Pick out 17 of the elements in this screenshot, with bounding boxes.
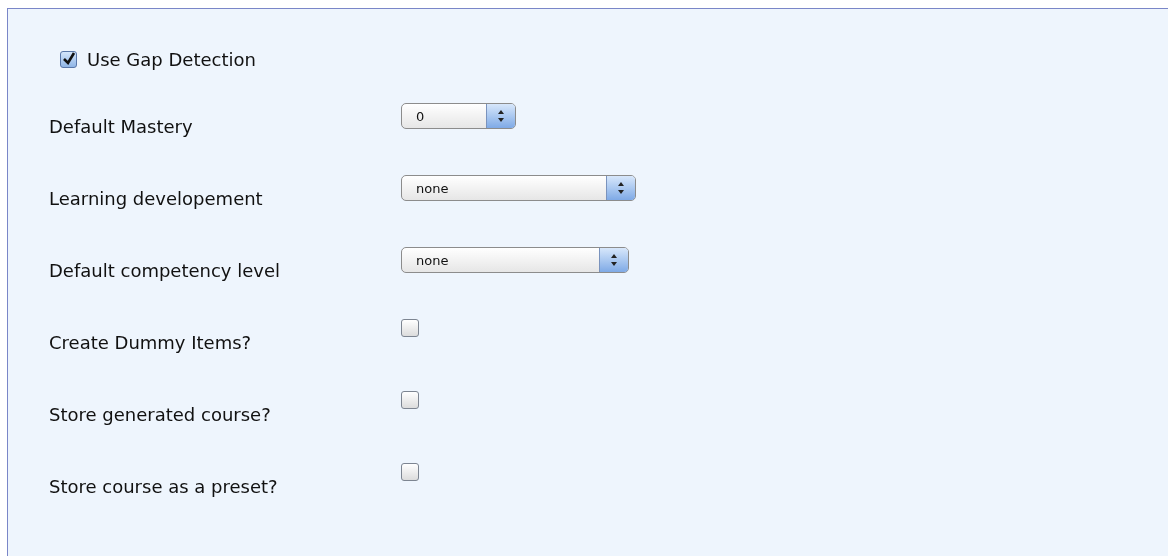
- select-dropdown[interactable]: 0: [401, 103, 516, 129]
- checkbox[interactable]: [401, 391, 419, 409]
- select-dropdown[interactable]: none: [401, 247, 629, 273]
- checkbox[interactable]: [401, 463, 419, 481]
- field-label: Learning developement: [49, 186, 264, 209]
- field-label: Create Dummy Items?: [49, 330, 253, 353]
- stepper-arrows-icon: [486, 104, 515, 128]
- field-label: Default Mastery: [49, 114, 194, 137]
- select-dropdown[interactable]: none: [401, 175, 636, 201]
- field-label: Store generated course?: [49, 402, 272, 425]
- field-label: Default competency level: [49, 258, 282, 281]
- checkbox-label: Use Gap Detection: [87, 48, 256, 70]
- stepper-arrows-icon: [599, 248, 628, 272]
- stepper-arrows-icon: [606, 176, 635, 200]
- field-label: Store course as a preset?: [49, 474, 279, 497]
- checkbox[interactable]: [401, 319, 419, 337]
- checkbox[interactable]: [60, 50, 77, 68]
